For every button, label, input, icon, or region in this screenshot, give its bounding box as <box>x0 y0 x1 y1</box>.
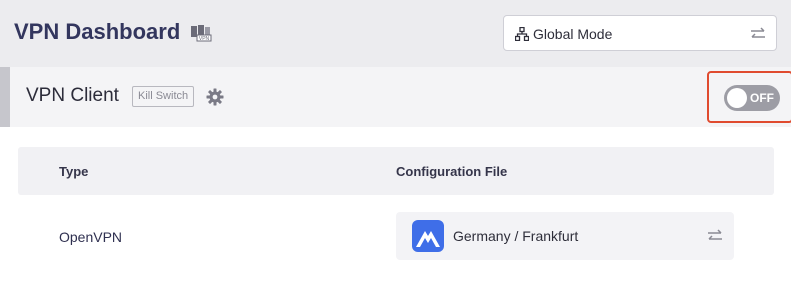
column-header-type: Type <box>59 164 89 179</box>
toggle-knob <box>727 88 747 108</box>
gear-icon[interactable] <box>206 88 224 106</box>
network-icon <box>515 27 529 41</box>
table-header: Type Configuration File <box>18 147 774 195</box>
column-header-config: Configuration File <box>396 164 508 179</box>
config-file-value: Germany / Frankfurt <box>453 228 579 244</box>
page-title: VPN Dashboard <box>14 19 181 44</box>
mode-select[interactable]: Global Mode <box>503 15 777 51</box>
vpn-logo-icon: VPN <box>191 25 212 42</box>
toggle-state-label: OFF <box>750 91 774 105</box>
header: VPN Dashboard VPN Global Mode <box>0 0 791 66</box>
swap-arrows-icon <box>751 27 765 38</box>
mountain-logo-icon <box>412 220 444 252</box>
vpn-client-title: VPN Client <box>26 85 119 106</box>
vpn-client-bar: VPN Client Kill Switch OFF <box>0 67 791 127</box>
toggle-highlight-frame: OFF <box>707 71 791 123</box>
svg-text:VPN: VPN <box>199 36 210 42</box>
vpn-client-toggle[interactable]: OFF <box>724 85 780 111</box>
config-file-select[interactable]: Germany / Frankfurt <box>396 212 734 260</box>
row-type-cell: OpenVPN <box>59 229 123 245</box>
kill-switch-badge[interactable]: Kill Switch <box>132 86 195 107</box>
mode-select-value: Global Mode <box>533 26 613 42</box>
content-panel: Type Configuration File OpenVPN Germany … <box>0 127 791 291</box>
swap-arrows-icon <box>708 229 722 240</box>
